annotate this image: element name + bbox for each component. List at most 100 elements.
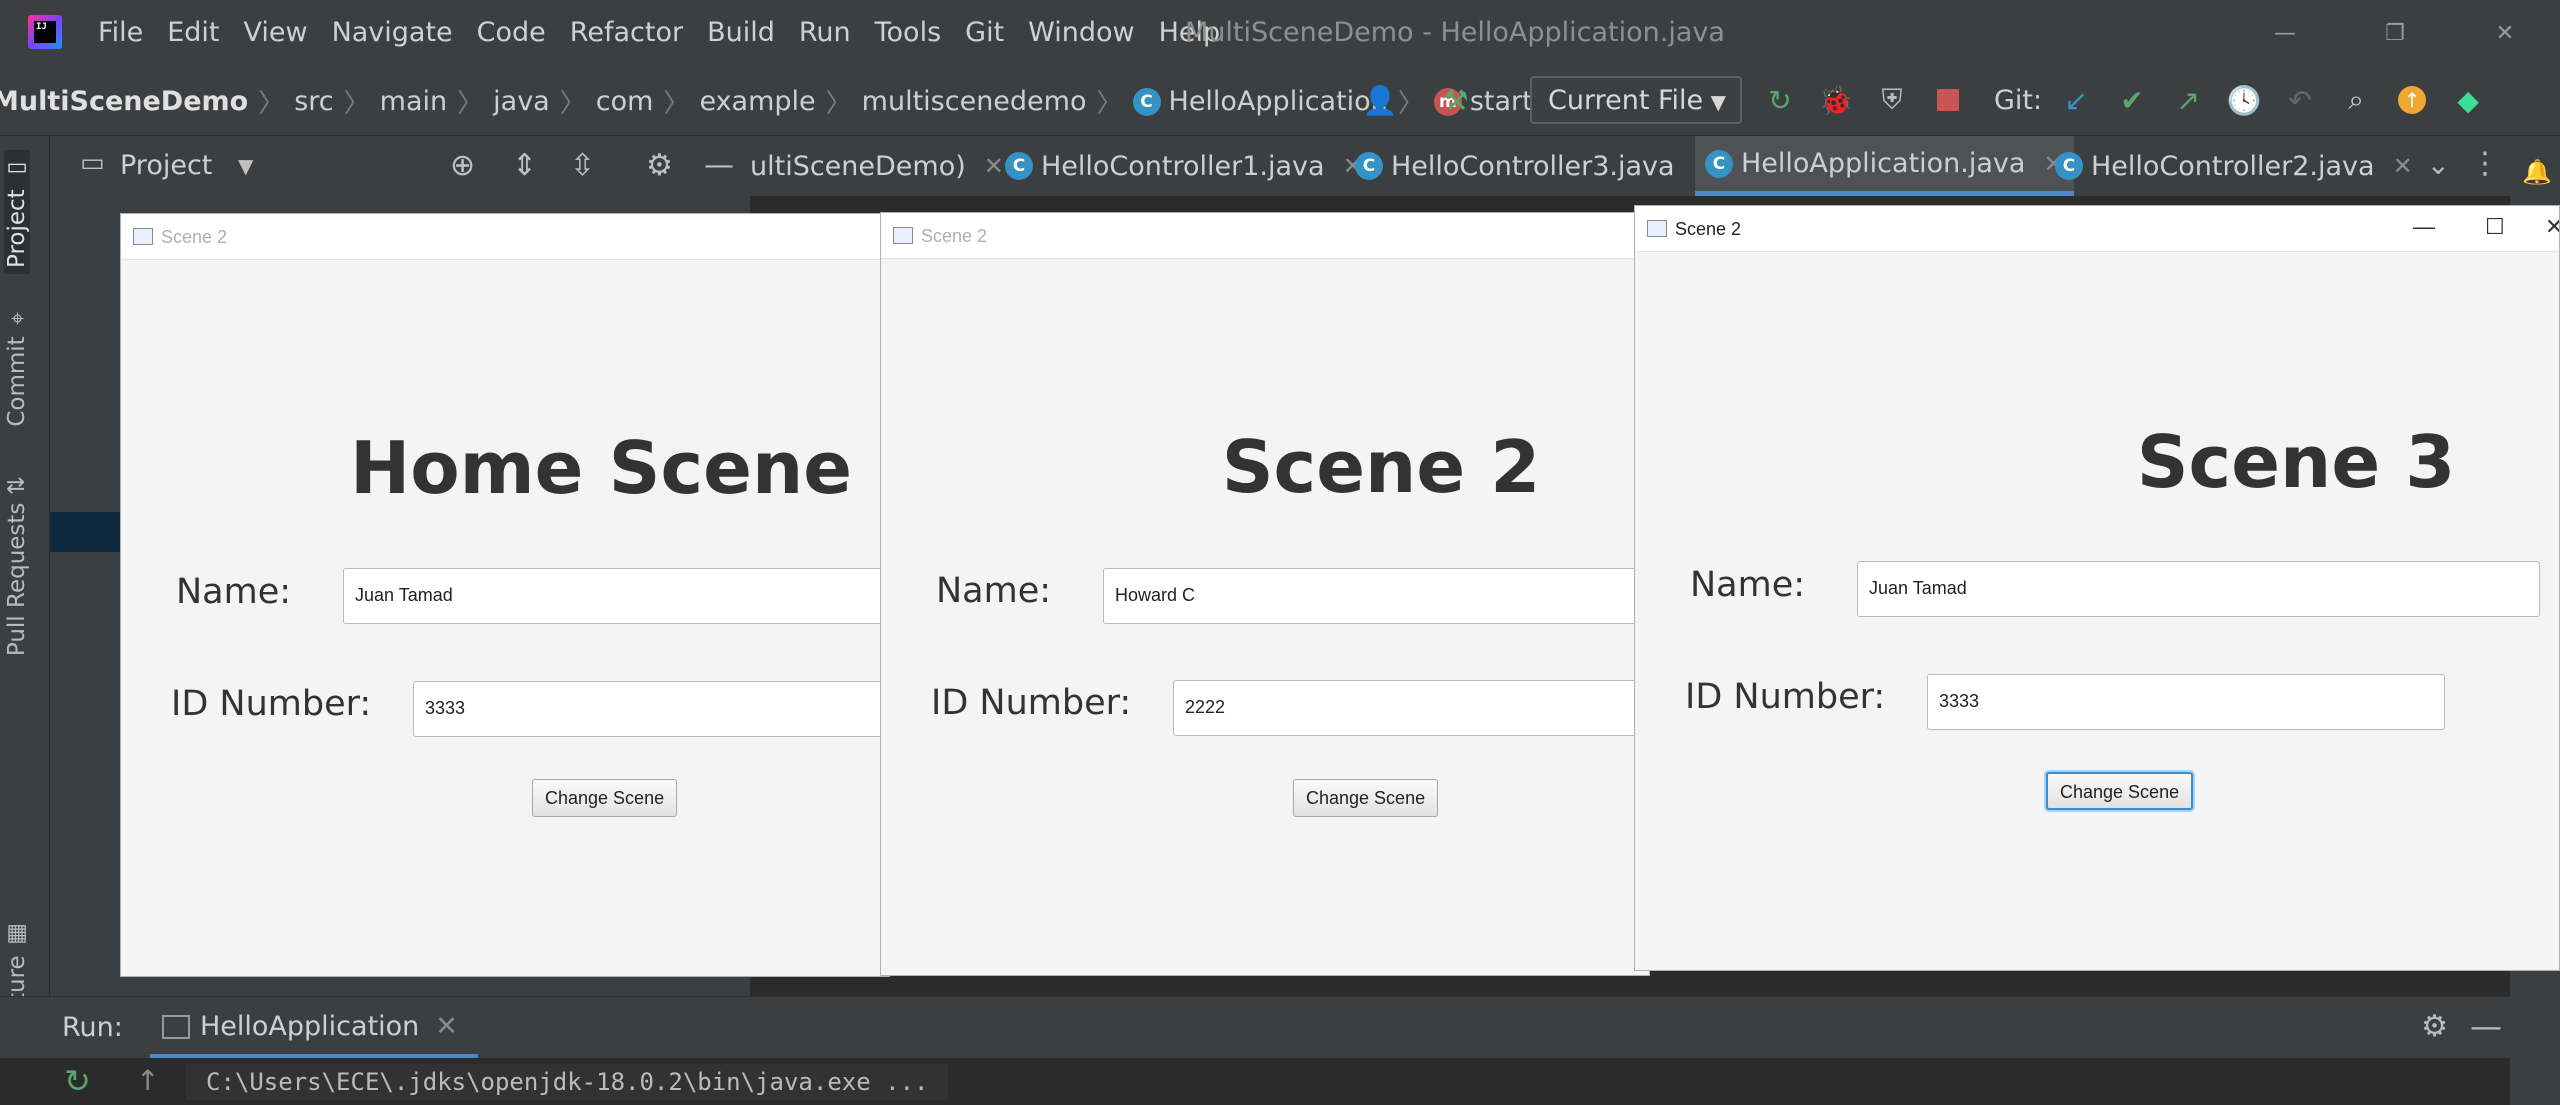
tab-hellocontroller3[interactable]: CHelloController3.java✕ — [1355, 136, 1713, 196]
close-icon[interactable]: ✕ — [435, 1011, 458, 1042]
menu-navigate[interactable]: Navigate — [332, 17, 453, 48]
gear-icon[interactable]: ⚙ — [646, 148, 673, 183]
run-tab-helloapplication[interactable]: HelloApplication ✕ — [150, 997, 478, 1059]
tab-label: HelloController3.java — [1391, 150, 1675, 182]
tab-pull-requests[interactable]: Pull Requests ⇅ — [4, 476, 30, 656]
run-console[interactable]: ↻ ↑ C:\Users\ECE\.jdks\openjdk-18.0.2\bi… — [0, 1058, 2510, 1105]
close-icon[interactable]: ✕ — [2393, 152, 2413, 180]
run-configuration-select[interactable]: Current File ▼ — [1530, 76, 1742, 124]
window-title-bar[interactable]: Scene 2 — [881, 213, 1649, 259]
logo-text: IJ — [34, 21, 56, 43]
breadcrumb-main[interactable]: main — [380, 86, 447, 117]
menu-edit[interactable]: Edit — [167, 17, 219, 48]
tab-hellocontroller1[interactable]: C HelloController1.java ✕ — [1005, 136, 1363, 196]
javafx-window-scene2[interactable]: Scene 2 Scene 2 Name: Howard C ID Number… — [880, 212, 1650, 976]
name-field[interactable]: Juan Tamad — [1857, 561, 2540, 617]
chevron-down-icon[interactable]: ▼ — [238, 154, 253, 178]
project-label[interactable]: Project — [120, 150, 212, 181]
window-title-bar[interactable]: Scene 2 — [121, 214, 889, 260]
menu-view[interactable]: View — [243, 17, 307, 48]
minimize-icon[interactable]: — — [2230, 0, 2340, 66]
coverage-icon[interactable]: ⛨ — [1872, 80, 1912, 120]
user-icon[interactable]: 👤 — [1360, 80, 1400, 120]
restore-icon[interactable]: ❐ — [2340, 0, 2450, 66]
window-title: Scene 2 — [921, 226, 988, 246]
window-title: MultiSceneDemo - HelloApplication.java — [1185, 17, 1725, 48]
rerun-icon[interactable]: ↻ — [1760, 80, 1800, 120]
tab-pull-requests-label: Pull Requests — [4, 502, 30, 657]
breadcrumb-java[interactable]: java — [493, 86, 550, 117]
menu-file[interactable]: File — [98, 17, 143, 48]
name-field[interactable]: Juan Tamad — [343, 568, 889, 624]
hide-panel-icon[interactable]: — — [2470, 1007, 2502, 1045]
breadcrumb-package[interactable]: multiscenedemo — [862, 86, 1087, 117]
change-scene-button[interactable]: Change Scene — [532, 779, 678, 817]
window-title-bar[interactable]: Scene 2 — ☐ ✕ — [1635, 206, 2559, 252]
tab-helloapplication[interactable]: C HelloApplication.java ✕ — [1695, 136, 2074, 196]
javafx-window-scene3[interactable]: Scene 2 — ☐ ✕ Scene 3 Name: Juan Tamad I… — [1634, 205, 2560, 971]
breadcrumb-src[interactable]: src — [294, 86, 333, 117]
git-commit-icon[interactable]: ✔ — [2112, 80, 2152, 120]
rollback-icon[interactable]: ↶ — [2280, 80, 2320, 120]
name-field[interactable]: Howard C — [1103, 568, 1649, 624]
more-options-icon[interactable]: ⋮ — [2470, 146, 2500, 181]
hide-panel-icon[interactable]: — — [704, 148, 734, 183]
selected-tree-row[interactable] — [50, 512, 120, 552]
intellij-logo-icon[interactable]: IJ — [28, 15, 62, 49]
close-icon[interactable]: ✕ — [984, 152, 1004, 180]
window-title: Scene 2 — [1675, 219, 1742, 239]
project-panel-header: ▭ Project ▼ ⊕ ⇕ ⇳ ⚙ — — [50, 136, 750, 196]
javafx-window-home[interactable]: Scene 2 Home Scene Name: Juan Tamad ID N… — [120, 213, 890, 977]
id-number-field[interactable]: 2222 — [1173, 680, 1649, 736]
debug-icon[interactable]: 🐞 — [1816, 80, 1856, 120]
change-scene-button[interactable]: Change Scene — [2046, 772, 2194, 810]
git-push-icon[interactable]: ↗ — [2168, 80, 2208, 120]
tab-commit[interactable]: Commit ⌖ — [4, 306, 30, 427]
menu-window[interactable]: Window — [1028, 17, 1134, 48]
menu-build[interactable]: Build — [707, 17, 775, 48]
search-icon[interactable]: ⌕ — [2336, 80, 2376, 120]
collapse-all-icon[interactable]: ⇳ — [570, 148, 595, 183]
class-icon: C — [1005, 152, 1033, 180]
build-hammer-icon[interactable]: ⚒ — [1436, 80, 1476, 120]
maximize-icon[interactable]: ☐ — [2485, 214, 2505, 240]
java-window-icon — [893, 227, 913, 244]
menu-refactor[interactable]: Refactor — [570, 17, 683, 48]
tab-hellocontroller2[interactable]: C HelloController2.java ✕ — [2055, 136, 2413, 196]
locate-icon[interactable]: ⊕ — [450, 148, 475, 183]
update-icon[interactable]: ↑ — [2392, 80, 2432, 120]
arrow-up-icon[interactable]: ↑ — [136, 1064, 159, 1097]
java-window-icon — [133, 228, 153, 245]
plugin-icon[interactable]: ◆ — [2448, 80, 2488, 120]
project-view-icon: ▭ — [80, 148, 105, 178]
stop-icon[interactable] — [1928, 80, 1968, 120]
class-icon: C — [1355, 152, 1383, 180]
tab-project-label: Project — [4, 189, 30, 269]
breadcrumb-project[interactable]: MultiSceneDemo — [0, 86, 248, 117]
expand-all-icon[interactable]: ⇕ — [512, 148, 537, 183]
close-icon[interactable]: ✕ — [2545, 214, 2559, 240]
git-update-icon[interactable]: ↙ — [2056, 80, 2096, 120]
scene-heading: Scene 2 — [1221, 425, 1541, 509]
id-number-field[interactable]: 3333 — [1927, 674, 2445, 730]
id-number-field[interactable]: 3333 — [413, 681, 889, 737]
menu-git[interactable]: Git — [965, 17, 1004, 48]
rerun-icon[interactable]: ↻ — [64, 1062, 91, 1100]
breadcrumb-com[interactable]: com — [596, 86, 654, 117]
notifications-icon[interactable]: 🔔 — [2522, 158, 2552, 186]
tab-project-file[interactable]: ultiSceneDemo) ✕ — [750, 136, 1004, 196]
tab-label: HelloApplication.java — [1741, 148, 2026, 179]
change-scene-button[interactable]: Change Scene — [1293, 779, 1439, 817]
menu-code[interactable]: Code — [477, 17, 546, 48]
gear-icon[interactable]: ⚙ — [2421, 1009, 2448, 1044]
run-tab-label: HelloApplication — [200, 1011, 420, 1042]
menu-run[interactable]: Run — [799, 17, 851, 48]
chevron-down-icon[interactable]: ⌄ — [2427, 148, 2450, 181]
close-icon[interactable]: ✕ — [2450, 0, 2560, 66]
breadcrumb-example[interactable]: example — [699, 86, 815, 117]
tab-project[interactable]: Project ▭ — [4, 150, 30, 275]
menu-tools[interactable]: Tools — [875, 17, 942, 48]
breadcrumb-class[interactable]: HelloApplication — [1169, 86, 1388, 117]
history-icon[interactable]: 🕓 — [2224, 80, 2264, 120]
minimize-icon[interactable]: — — [2413, 214, 2435, 240]
